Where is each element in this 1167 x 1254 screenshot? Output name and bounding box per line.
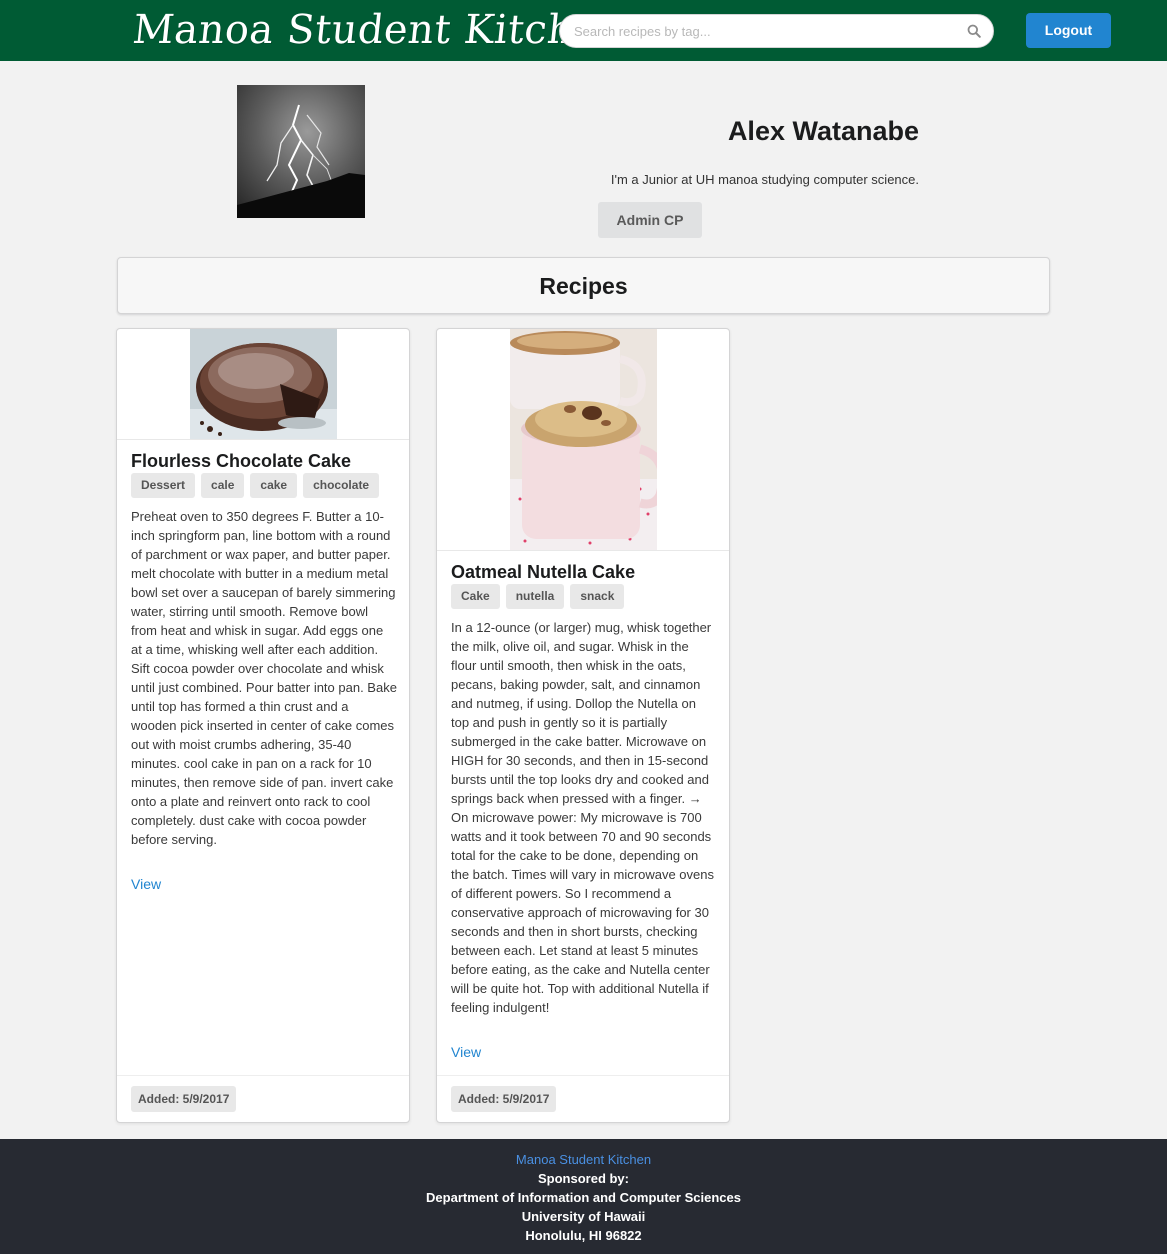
recipe-image	[117, 329, 409, 440]
added-date-badge: Added: 5/9/2017	[131, 1086, 237, 1112]
footer-address: Honolulu, HI 96822	[525, 1228, 642, 1243]
recipe-description: In a 12-ounce (or larger) mug, whisk tog…	[451, 620, 714, 1015]
lightning-image	[237, 85, 365, 218]
recipe-title: Flourless Chocolate Cake	[131, 451, 352, 471]
added-date-badge: Added: 5/9/2017	[451, 1086, 557, 1112]
profile-bio: I'm a Junior at UH manoa studying comput…	[610, 172, 919, 187]
profile-name: Alex Watanabe	[727, 116, 919, 146]
recipe-tag[interactable]: snack	[570, 584, 625, 609]
admin-cp-button[interactable]: Admin CP	[598, 202, 702, 238]
recipe-tag[interactable]: Cake	[451, 584, 500, 609]
card-divider	[437, 1075, 729, 1076]
brand-logo-text[interactable]: Manoa Student Kitchen	[130, 4, 627, 56]
chocolate-cake-image	[190, 329, 337, 439]
profile-avatar	[237, 85, 365, 218]
search-box[interactable]	[559, 14, 994, 48]
recipe-image	[437, 329, 729, 551]
recipe-description: Preheat oven to 350 degrees F. Butter a …	[131, 509, 397, 847]
recipe-tags: Dessert cale cake chocolate	[131, 473, 385, 498]
recipe-card: Oatmeal Nutella Cake Cake nutella snack In…	[436, 328, 730, 1123]
recipes-heading: Recipes	[117, 257, 1050, 314]
search-input[interactable]	[560, 15, 960, 47]
recipe-tag[interactable]: cale	[201, 473, 245, 498]
logout-button[interactable]: Logout	[1026, 13, 1111, 48]
recipe-tags: Cake nutella snack	[451, 584, 630, 609]
page-footer: Manoa Student Kitchen Sponsored by: Depa…	[0, 1139, 1167, 1254]
footer-department: Department of Information and Computer S…	[426, 1190, 741, 1205]
card-divider	[117, 1075, 409, 1076]
recipe-card: Flourless Chocolate Cake Dessert cale cake…	[116, 328, 410, 1123]
recipe-tag[interactable]: chocolate	[303, 473, 380, 498]
view-recipe-link[interactable]: View	[131, 876, 161, 892]
footer-home-link[interactable]: Manoa Student Kitchen	[0, 1150, 1167, 1169]
footer-sponsored: Sponsored by:	[537, 1171, 629, 1186]
top-navbar: Manoa Student Kitchen Logout	[0, 0, 1167, 61]
recipe-tag[interactable]: nutella	[505, 584, 565, 609]
footer-university: University of Hawaii	[521, 1209, 646, 1224]
search-icon[interactable]	[967, 24, 981, 38]
recipe-title: Oatmeal Nutella Cake	[451, 562, 636, 582]
recipe-tag[interactable]: Dessert	[131, 473, 196, 498]
nutella-mug-cake-image	[510, 329, 657, 550]
view-recipe-link[interactable]: View	[451, 1044, 481, 1060]
recipe-tag[interactable]: cake	[250, 473, 298, 498]
